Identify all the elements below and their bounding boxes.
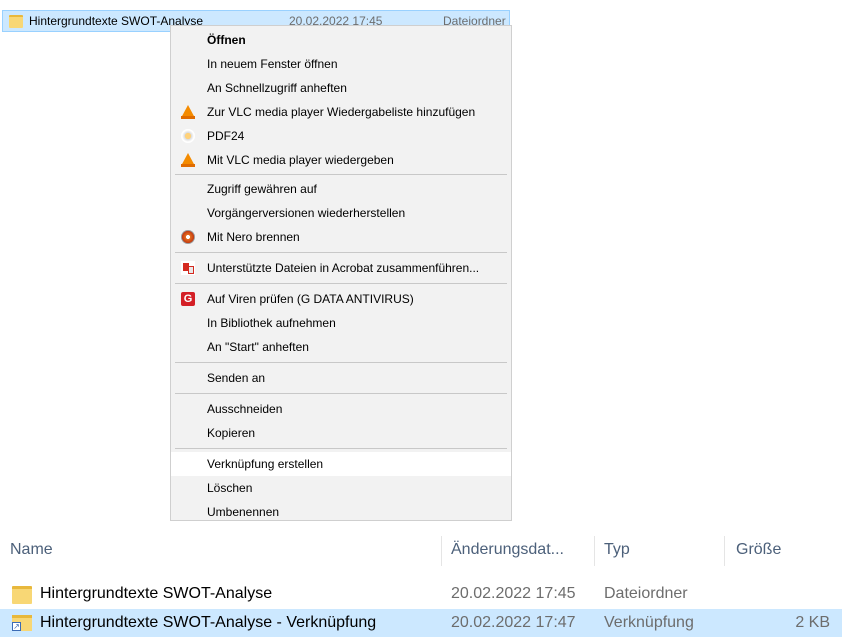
menu-item-grant-access[interactable]: Zugriff gewähren auf <box>171 177 511 201</box>
column-divider[interactable] <box>724 536 725 566</box>
folder-icon <box>12 586 32 604</box>
menu-item-label: Vorgängerversionen wiederherstellen <box>207 206 406 220</box>
file-date: 20.02.2022 17:47 <box>451 614 576 631</box>
menu-item-send-to[interactable]: Senden an <box>171 366 511 390</box>
menu-item-virus-scan[interactable]: G Auf Viren prüfen (G DATA ANTIVIRUS) <box>171 287 511 311</box>
menu-item-label: In Bibliothek aufnehmen <box>207 316 336 330</box>
file-type: Verknüpfung <box>604 614 694 631</box>
menu-item-open[interactable]: Öffnen <box>171 28 511 52</box>
menu-item-create-shortcut[interactable]: Verknüpfung erstellen <box>171 452 511 476</box>
menu-item-pin-quick-access[interactable]: An Schnellzugriff anheften <box>171 76 511 100</box>
menu-separator <box>175 174 507 175</box>
menu-item-label: Kopieren <box>207 426 256 440</box>
menu-item-label: Zur VLC media player Wiedergabeliste hin… <box>207 105 476 119</box>
column-header-size[interactable]: Größe <box>736 532 781 568</box>
menu-item-label: Umbenennen <box>207 505 280 519</box>
menu-item-label: In neuem Fenster öffnen <box>207 57 338 71</box>
menu-item-pin-start[interactable]: An "Start" anheften <box>171 335 511 359</box>
menu-item-label: An "Start" anheften <box>207 340 309 354</box>
menu-item-label: Unterstützte Dateien in Acrobat zusammen… <box>207 261 480 275</box>
menu-item-vlc-play[interactable]: Mit VLC media player wiedergeben <box>171 148 511 172</box>
menu-item-copy[interactable]: Kopieren <box>171 421 511 445</box>
pdf24-icon <box>181 129 195 143</box>
menu-item-open-new-window[interactable]: In neuem Fenster öffnen <box>171 52 511 76</box>
menu-separator <box>175 362 507 363</box>
menu-item-add-library[interactable]: In Bibliothek aufnehmen <box>171 311 511 335</box>
menu-item-label: Mit VLC media player wiedergeben <box>207 153 394 167</box>
menu-separator <box>175 252 507 253</box>
menu-separator <box>175 283 507 284</box>
file-type: Dateiordner <box>604 585 688 602</box>
column-header-name[interactable]: Name <box>10 532 53 568</box>
file-row[interactable]: Hintergrundtexte SWOT-Analyse 20.02.2022… <box>0 580 842 608</box>
menu-item-label: Löschen <box>207 481 253 495</box>
menu-separator <box>175 393 507 394</box>
acrobat-icon <box>181 261 195 275</box>
folder-icon <box>9 15 23 28</box>
vlc-icon <box>181 153 195 167</box>
shortcut-icon: ↗ <box>12 615 32 631</box>
menu-item-cut[interactable]: Ausschneiden <box>171 397 511 421</box>
menu-item-acrobat-combine[interactable]: Unterstützte Dateien in Acrobat zusammen… <box>171 256 511 280</box>
menu-item-pdf24[interactable]: PDF24 <box>171 124 511 148</box>
context-menu: Öffnen In neuem Fenster öffnen An Schnel… <box>170 25 512 521</box>
menu-item-label: Öffnen <box>207 33 246 47</box>
menu-item-label: PDF24 <box>207 129 245 143</box>
menu-item-label: Mit Nero brennen <box>207 230 300 244</box>
column-header-date[interactable]: Änderungsdat... <box>451 532 564 568</box>
menu-item-label: Ausschneiden <box>207 402 283 416</box>
file-date: 20.02.2022 17:45 <box>451 585 576 602</box>
column-divider[interactable] <box>441 536 442 566</box>
menu-item-vlc-add-playlist[interactable]: Zur VLC media player Wiedergabeliste hin… <box>171 100 511 124</box>
menu-item-nero-burn[interactable]: Mit Nero brennen <box>171 225 511 249</box>
menu-item-label: Auf Viren prüfen (G DATA ANTIVIRUS) <box>207 292 414 306</box>
file-name: Hintergrundtexte SWOT-Analyse <box>40 585 273 602</box>
file-row-selected[interactable]: ↗ Hintergrundtexte SWOT-Analyse - Verknü… <box>0 609 842 637</box>
nero-icon <box>181 230 195 244</box>
menu-item-delete[interactable]: Löschen <box>171 476 511 500</box>
menu-item-restore-versions[interactable]: Vorgängerversionen wiederherstellen <box>171 201 511 225</box>
vlc-icon <box>181 105 195 119</box>
menu-item-label: Verknüpfung erstellen <box>207 457 324 471</box>
column-divider[interactable] <box>594 536 595 566</box>
gdata-icon: G <box>181 292 195 306</box>
menu-item-label: Senden an <box>207 371 266 385</box>
file-name: Hintergrundtexte SWOT-Analyse - Verknüpf… <box>40 614 377 631</box>
menu-separator <box>175 448 507 449</box>
menu-item-label: An Schnellzugriff anheften <box>207 81 347 95</box>
menu-item-label: Zugriff gewähren auf <box>207 182 317 196</box>
file-size: 2 KB <box>795 614 830 631</box>
column-header-type[interactable]: Typ <box>604 532 630 568</box>
menu-item-rename[interactable]: Umbenennen <box>171 500 511 524</box>
